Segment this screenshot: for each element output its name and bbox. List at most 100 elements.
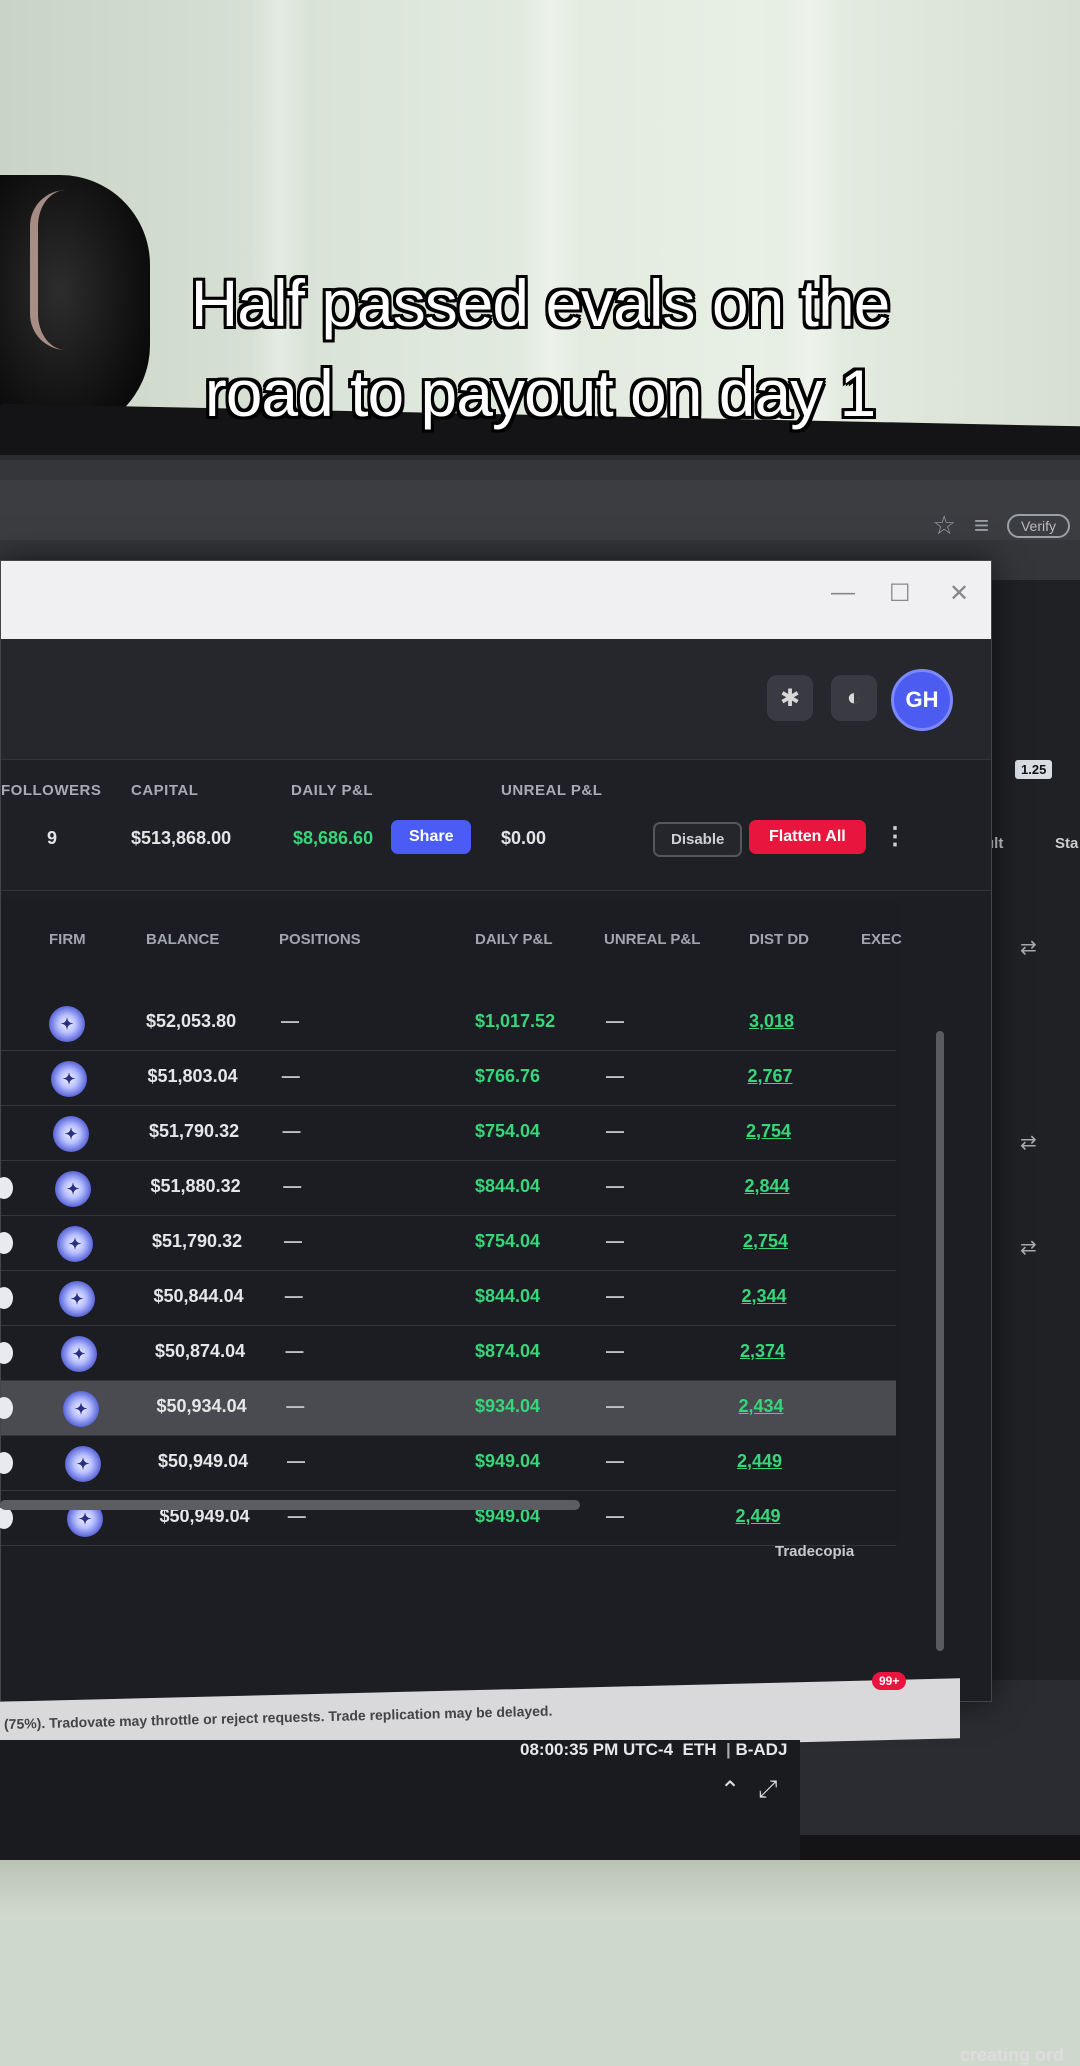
accounts-table: FIRM BALANCE POSITIONS DAILY P&L UNREAL … — [0, 901, 902, 1546]
unreal-pnl-cell: — — [606, 1396, 624, 1416]
dist-dd-cell[interactable]: 2,754 — [743, 1231, 788, 1252]
daily-pnl-cell: $874.04 — [475, 1341, 541, 1361]
daily-pnl-label: DAILY P&L — [291, 782, 374, 799]
table-row[interactable]: ✦ $51,790.32 — $754.04 — 2,754 — [0, 1216, 896, 1271]
maximize-button[interactable]: ☐ — [889, 579, 911, 608]
gear-icon[interactable]: ✱ — [767, 675, 813, 721]
adj-label: B-ADJ — [735, 1740, 788, 1759]
share-button[interactable]: Share — [391, 820, 472, 854]
notification-badge[interactable]: 99+ — [872, 1672, 907, 1690]
table-row[interactable]: ✦ $50,949.04 — $949.04 — 2,449 — [0, 1436, 896, 1491]
video-caption: Half passed evals on the road to payout … — [40, 258, 1040, 438]
unreal-pnl-cell: — — [606, 1451, 624, 1471]
moon-icon[interactable]: ◐ — [831, 675, 877, 721]
account-status-dot — [0, 1232, 13, 1254]
table-row[interactable]: ✦ $52,053.80 — $1,017.52 — 3,018 — [1, 996, 896, 1051]
expand-icon[interactable]: ⤢ — [758, 1776, 777, 1805]
firm-logo-icon: ✦ — [55, 1171, 91, 1207]
account-status-dot — [0, 1287, 13, 1309]
account-status-dot — [0, 1452, 13, 1474]
chevron-up-icon[interactable]: ⌃ — [720, 1776, 740, 1805]
unreal-pnl-cell: — — [606, 1286, 624, 1306]
firm-logo-icon: ✦ — [65, 1446, 101, 1482]
firm-logo-icon: ✦ — [63, 1391, 99, 1427]
daily-pnl-value: $8,686.60 — [293, 828, 374, 848]
session-clock: 08:00:35 PM UTC-4 ETH | B-ADJ — [520, 1740, 788, 1759]
table-row[interactable]: ✦ $50,934.04 — $934.04 — 2,434 — [0, 1381, 896, 1436]
vertical-scrollbar[interactable] — [936, 1031, 944, 1651]
close-button[interactable]: ✕ — [949, 579, 969, 608]
daily-pnl-cell: $754.04 — [475, 1121, 541, 1141]
balance-cell: $51,790.32 — [152, 1231, 243, 1251]
th-firm[interactable]: FIRM — [49, 931, 86, 948]
daily-pnl-cell: $934.04 — [475, 1396, 541, 1416]
balance-cell: $50,934.04 — [156, 1396, 247, 1416]
dist-dd-cell[interactable]: 2,434 — [739, 1396, 784, 1417]
dist-dd-cell[interactable]: 2,844 — [745, 1176, 790, 1197]
positions-cell: — — [282, 1121, 301, 1141]
positions-cell: — — [286, 1396, 305, 1416]
table-row[interactable]: ✦ $50,874.04 — $874.04 — 2,374 — [0, 1326, 896, 1381]
log-text: creating ord — [960, 2045, 1065, 2065]
dist-dd-cell[interactable]: 2,449 — [736, 1506, 781, 1527]
dist-dd-cell[interactable]: 2,754 — [746, 1121, 791, 1142]
extensions-icon[interactable]: ≡ — [974, 510, 989, 541]
dist-dd-cell[interactable]: 3,018 — [749, 1011, 794, 1032]
unreal-pnl-cell: — — [606, 1121, 624, 1141]
horizontal-scrollbar[interactable] — [0, 1500, 580, 1510]
th-unreal-pnl[interactable]: UNREAL P&L — [604, 931, 700, 948]
capital-value: $513,868.00 — [131, 828, 232, 848]
account-status-dot — [0, 1342, 13, 1364]
footer-actions: ⌃ ⤢ — [720, 1776, 777, 1805]
dist-dd-cell[interactable]: 2,767 — [748, 1066, 793, 1087]
swap-icon[interactable]: ⇄ — [1020, 1130, 1037, 1155]
firm-logo-icon: ✦ — [51, 1061, 87, 1097]
flatten-all-button[interactable]: Flatten All — [749, 820, 866, 854]
column-header: Sta — [1055, 835, 1079, 852]
balance-cell: $51,803.04 — [147, 1066, 238, 1086]
clock-time: 08:00:35 PM UTC-4 — [520, 1740, 674, 1759]
table-row[interactable]: ✦ $51,880.32 — $844.04 — 2,844 — [0, 1161, 896, 1216]
more-menu-icon[interactable]: ⋮ — [883, 822, 907, 851]
swap-icon[interactable]: ⇄ — [1020, 1235, 1037, 1260]
daily-pnl-cell: $1,017.52 — [475, 1011, 556, 1031]
address-bar[interactable] — [0, 480, 1080, 540]
minimize-button[interactable]: — — [831, 579, 855, 607]
unreal-pnl-cell: — — [606, 1231, 624, 1251]
value-tag: 1.25 — [1015, 760, 1053, 779]
account-status-dot — [0, 1177, 13, 1199]
swap-icon[interactable]: ⇄ — [1020, 935, 1037, 960]
balance-cell: $50,844.04 — [153, 1286, 244, 1306]
followers-label: FOLLOWERS — [1, 782, 102, 799]
unreal-pnl-value: $0.00 — [501, 828, 547, 848]
app-header: ✱ ◐ GH — [1, 639, 991, 759]
star-icon[interactable]: ☆ — [933, 510, 956, 541]
th-exec[interactable]: EXEC — [861, 931, 902, 948]
positions-cell: — — [283, 1176, 302, 1196]
positions-cell: — — [284, 1286, 303, 1306]
brand-watermark: Tradecopia — [775, 1543, 855, 1560]
th-daily-pnl[interactable]: DAILY P&L — [475, 931, 553, 948]
firm-logo-icon: ✦ — [49, 1006, 85, 1042]
unreal-pnl-cell: — — [606, 1341, 624, 1361]
table-row[interactable]: ✦ $50,844.04 — $844.04 — 2,344 — [0, 1271, 896, 1326]
dist-dd-cell[interactable]: 2,344 — [742, 1286, 787, 1307]
th-dist-dd[interactable]: DIST DD — [749, 931, 809, 948]
followers-value: 9 — [47, 828, 58, 848]
positions-cell: — — [281, 1066, 300, 1086]
caption-line-2: road to payout on day 1 — [204, 356, 877, 430]
balance-cell: $52,053.80 — [146, 1011, 237, 1031]
verify-button[interactable]: Verify — [1006, 513, 1070, 538]
avatar[interactable]: GH — [891, 669, 953, 731]
unreal-pnl-cell: — — [606, 1066, 624, 1086]
capital-label: CAPITAL — [131, 782, 199, 799]
table-row[interactable]: ✦ $51,803.04 — $766.76 — 2,767 — [1, 1051, 896, 1106]
th-balance[interactable]: BALANCE — [146, 931, 219, 948]
dist-dd-cell[interactable]: 2,449 — [737, 1451, 782, 1472]
summary-bar: FOLLOWERS 9 CAPITAL $513,868.00 DAILY P&… — [1, 759, 991, 891]
dist-dd-cell[interactable]: 2,374 — [740, 1341, 785, 1362]
th-positions[interactable]: POSITIONS — [279, 931, 361, 948]
disable-button[interactable]: Disable — [653, 822, 743, 857]
desk — [0, 1860, 1080, 1920]
table-row[interactable]: ✦ $51,790.32 — $754.04 — 2,754 — [1, 1106, 896, 1161]
